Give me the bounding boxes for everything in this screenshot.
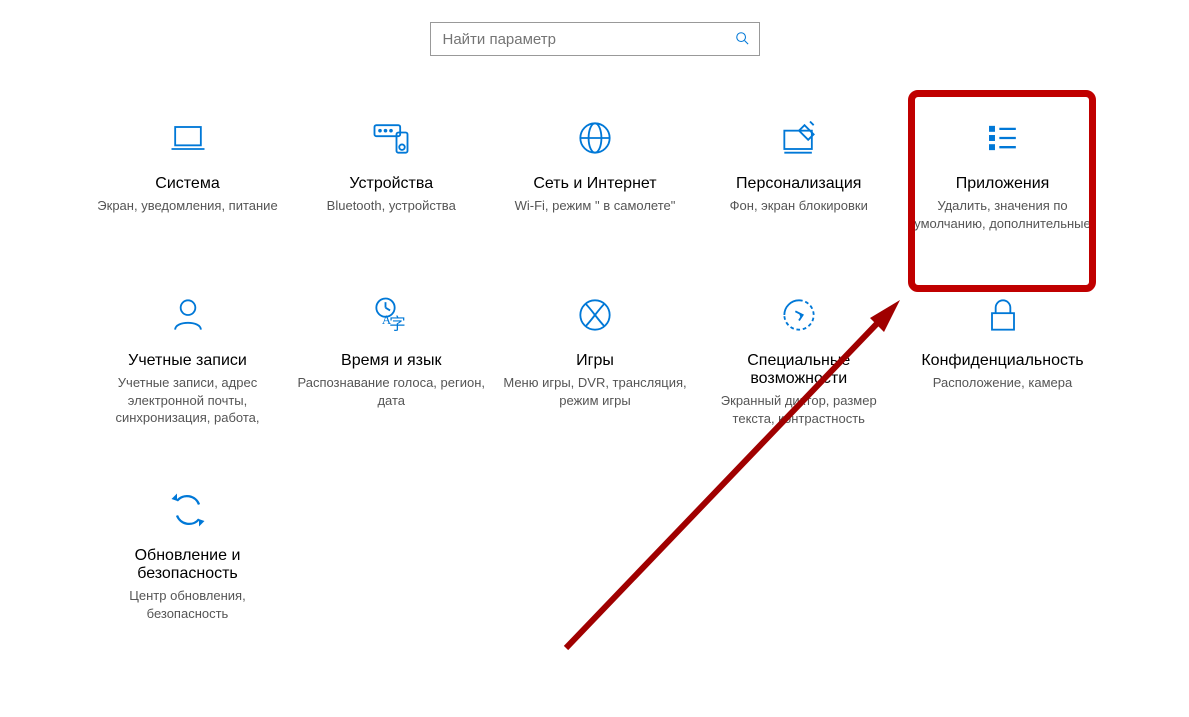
tile-title: Время и язык [294,352,489,370]
globe-icon [498,110,693,165]
tile-title: Обновление и безопасность [90,547,285,583]
svg-text:A: A [382,313,392,327]
tile-desc: Wi-Fi, режим " в самолете" [498,197,693,215]
time-lang-icon: 字 A [294,287,489,342]
search-input[interactable] [441,30,735,49]
tile-time[interactable]: 字 A Время и язык Распознавание голоса, р… [294,287,489,427]
search-box[interactable] [430,22,760,56]
tile-title: Специальные возможности [701,352,896,388]
tile-desc: Учетные записи, адрес электронной почты,… [90,374,285,427]
tile-title: Конфиденциальность [905,352,1100,370]
tile-title: Учетные записи [90,352,285,370]
tile-title: Сеть и Интернет [498,175,693,193]
tile-ease[interactable]: Специальные возможности Экранный диктор,… [701,287,896,427]
tile-title: Система [90,175,285,193]
update-icon [90,482,285,537]
tile-gaming[interactable]: Игры Меню игры, DVR, трансляция, режим и… [498,287,693,427]
tile-desc: Расположение, камера [905,374,1100,392]
search-icon [735,31,749,48]
svg-text:字: 字 [389,314,406,333]
tile-system[interactable]: Система Экран, уведомления, питание [90,110,285,232]
devices-icon [294,110,489,165]
tile-desc: Фон, экран блокировки [701,197,896,215]
tile-desc: Распознавание голоса, регион, дата [294,374,489,409]
tile-title: Игры [498,352,693,370]
paint-icon [701,110,896,165]
highlight-box [908,90,1096,292]
tile-update[interactable]: Обновление и безопасность Центр обновлен… [90,482,285,622]
tile-privacy[interactable]: Конфиденциальность Расположение, камера [905,287,1100,427]
tile-devices[interactable]: Устройства Bluetooth, устройства [294,110,489,232]
tile-title: Персонализация [701,175,896,193]
xbox-icon [498,287,693,342]
tile-desc: Экранный диктор, размер текста, контраст… [701,392,896,427]
laptop-icon [90,110,285,165]
ease-icon [701,287,896,342]
tile-network[interactable]: Сеть и Интернет Wi-Fi, режим " в самолет… [498,110,693,232]
tile-title: Устройства [294,175,489,193]
tile-desc: Центр обновления, безопасность [90,587,285,622]
tile-desc: Меню игры, DVR, трансляция, режим игры [498,374,693,409]
tile-personalization[interactable]: Персонализация Фон, экран блокировки [701,110,896,232]
lock-icon [905,287,1100,342]
tile-desc: Bluetooth, устройства [294,197,489,215]
tile-accounts[interactable]: Учетные записи Учетные записи, адрес эле… [90,287,285,427]
person-icon [90,287,285,342]
tile-desc: Экран, уведомления, питание [90,197,285,215]
